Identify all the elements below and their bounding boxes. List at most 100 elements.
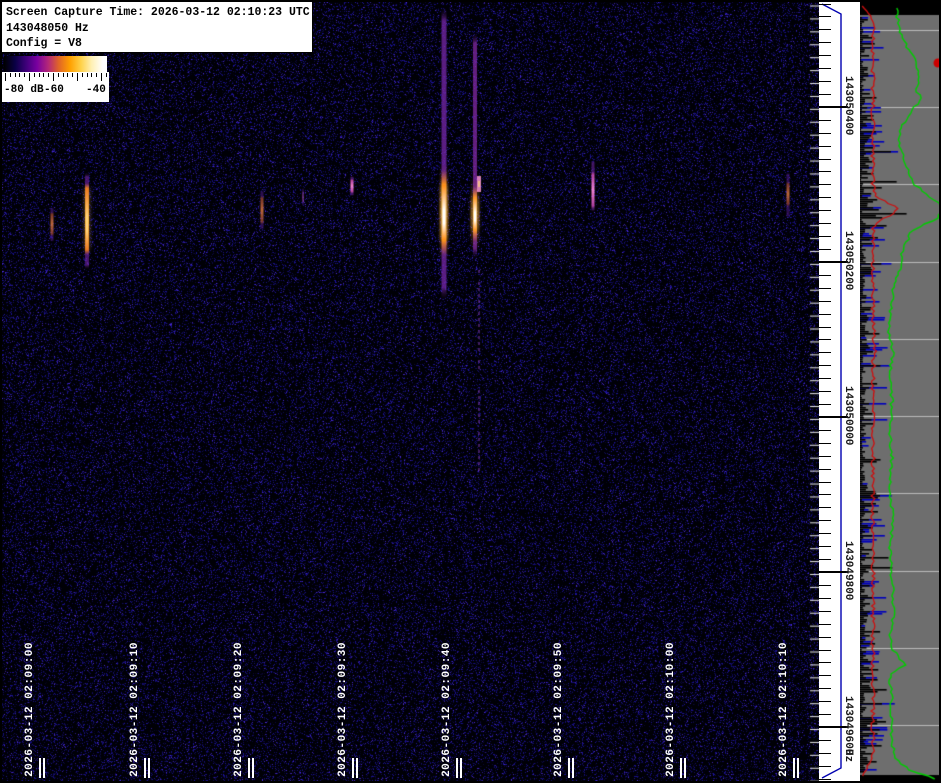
freq-minor-tick — [819, 327, 831, 328]
time-tick — [39, 758, 41, 778]
db-label-40: -40 — [86, 84, 106, 96]
freq-label: 143050200 — [842, 231, 854, 290]
time-tick — [680, 758, 682, 778]
db-label-80: -80 dB — [4, 84, 44, 96]
db-tick — [24, 73, 25, 77]
freq-label: 143050000 — [842, 386, 854, 445]
freq-minor-tick — [819, 662, 831, 663]
freq-minor-tick — [819, 275, 831, 276]
freq-unit-label: Hz — [842, 749, 854, 762]
db-tick — [106, 73, 107, 77]
freq-minor-tick — [819, 443, 831, 444]
freq-minor-tick — [819, 249, 831, 250]
waterfall-canvas — [2, 2, 819, 781]
capture-time-text: Screen Capture Time: 2026-03-12 02:10:23… — [6, 5, 312, 21]
time-tick — [797, 758, 799, 778]
freq-minor-tick — [819, 4, 831, 5]
freq-minor-tick — [819, 120, 831, 121]
freq-minor-tick — [819, 430, 831, 431]
db-tick — [53, 73, 54, 81]
time-tick — [460, 758, 462, 778]
freq-minor-tick — [819, 365, 831, 366]
spectrogram-app-screen: Screen Capture Time: 2026-03-12 02:10:23… — [0, 0, 941, 783]
freq-minor-tick — [819, 598, 831, 599]
freq-minor-tick — [819, 533, 831, 534]
time-label: 2026-03-12 02:09:50 — [553, 642, 565, 777]
freq-minor-tick — [819, 133, 831, 134]
freq-minor-tick — [819, 29, 831, 30]
freq-label: 143050400 — [842, 76, 854, 135]
freq-minor-tick — [819, 637, 831, 638]
freq-minor-tick — [819, 520, 831, 521]
freq-minor-tick — [819, 223, 831, 224]
db-tick — [63, 73, 64, 77]
freq-minor-tick — [819, 404, 831, 405]
freq-minor-tick — [819, 288, 831, 289]
db-tick — [5, 73, 6, 81]
freq-minor-tick — [819, 740, 831, 741]
freq-minor-tick — [819, 339, 831, 340]
frequency-text: 143048050 Hz — [6, 21, 312, 37]
freq-minor-tick — [819, 378, 831, 379]
freq-minor-tick — [819, 546, 831, 547]
time-label: 2026-03-12 02:09:40 — [441, 642, 453, 777]
db-tick — [15, 73, 16, 77]
db-tick — [19, 73, 20, 77]
freq-minor-tick — [819, 68, 831, 69]
db-tick — [77, 73, 78, 81]
db-tick — [43, 73, 44, 77]
db-tick — [58, 73, 59, 77]
db-tick — [96, 73, 97, 77]
db-tick — [67, 73, 68, 77]
time-label: 2026-03-12 02:09:20 — [233, 642, 245, 777]
db-tick — [72, 73, 73, 77]
capture-info-box: Screen Capture Time: 2026-03-12 02:10:23… — [2, 2, 313, 53]
freq-minor-tick — [819, 42, 831, 43]
time-tick — [352, 758, 354, 778]
db-tick — [29, 73, 30, 81]
time-tick — [572, 758, 574, 778]
freq-label: 143049600 — [842, 696, 854, 755]
freq-minor-tick — [819, 624, 831, 625]
db-tick — [87, 73, 88, 77]
time-tick — [456, 758, 458, 778]
color-gradient-bar — [4, 56, 107, 72]
db-scale-ruler: -80 dB -60 -40 — [2, 72, 109, 102]
time-label: 2026-03-12 02:09:00 — [24, 642, 36, 777]
freq-minor-tick — [819, 701, 831, 702]
freq-minor-tick — [819, 301, 831, 302]
freq-minor-tick — [819, 585, 831, 586]
db-tick — [39, 73, 40, 77]
time-tick — [148, 758, 150, 778]
freq-minor-tick — [819, 314, 831, 315]
time-label: 2026-03-12 02:10:00 — [665, 642, 677, 777]
config-text: Config = V8 — [6, 36, 312, 52]
freq-minor-tick — [819, 675, 831, 676]
freq-minor-tick — [819, 714, 831, 715]
freq-minor-tick — [819, 352, 831, 353]
time-label: 2026-03-12 02:09:10 — [129, 642, 141, 777]
freq-minor-tick — [819, 469, 831, 470]
freq-minor-tick — [819, 482, 831, 483]
freq-minor-tick — [819, 391, 831, 392]
freq-minor-tick — [819, 197, 831, 198]
spectrum-graph-canvas — [860, 0, 941, 783]
db-tick — [101, 73, 102, 81]
freq-minor-tick — [819, 171, 831, 172]
freq-minor-tick — [819, 81, 831, 82]
db-tick — [34, 73, 35, 77]
time-tick — [144, 758, 146, 778]
freq-minor-tick — [819, 559, 831, 560]
freq-minor-tick — [819, 146, 831, 147]
db-tick — [91, 73, 92, 77]
freq-minor-tick — [819, 753, 831, 754]
freq-label: 143049800 — [842, 541, 854, 600]
time-tick — [568, 758, 570, 778]
time-tick — [356, 758, 358, 778]
freq-minor-tick — [819, 236, 831, 237]
freq-minor-tick — [819, 650, 831, 651]
db-label-60: -60 — [44, 84, 64, 96]
freq-minor-tick — [819, 507, 831, 508]
time-label: 2026-03-12 02:10:10 — [778, 642, 790, 777]
db-tick — [48, 73, 49, 77]
